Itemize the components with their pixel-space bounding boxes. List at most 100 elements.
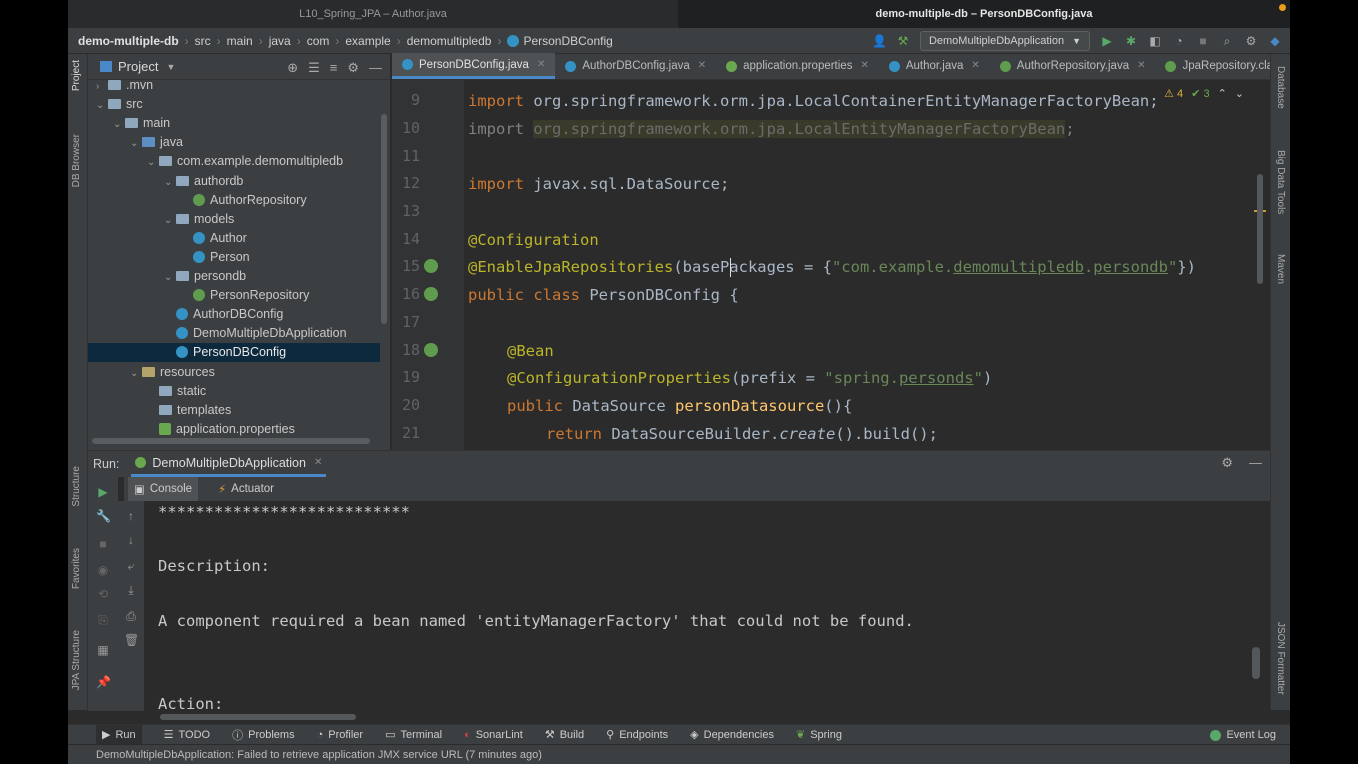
- gear-icon[interactable]: ⚙: [347, 60, 359, 76]
- gear-icon[interactable]: ⚙: [1221, 455, 1233, 471]
- console-horizontal-scrollbar[interactable]: [160, 714, 356, 720]
- chevron-down-icon[interactable]: ⌄: [164, 211, 176, 230]
- tree-item[interactable]: templates: [88, 401, 380, 420]
- tree-item[interactable]: Person: [88, 248, 380, 267]
- breadcrumb-com[interactable]: com: [307, 34, 330, 48]
- status-message[interactable]: DemoMultipleDbApplication: Failed to ret…: [96, 749, 542, 761]
- soft-wrap-icon[interactable]: ⤶: [124, 559, 138, 574]
- chevron-down-icon[interactable]: ⌄: [96, 96, 108, 115]
- chevron-down-icon[interactable]: ⌄: [1235, 87, 1244, 100]
- tree-item[interactable]: AuthorRepository: [88, 191, 380, 210]
- console-output[interactable]: *************************** Description:…: [144, 501, 1250, 711]
- tool-tab-big-data-tools[interactable]: Big Data Tools: [1275, 150, 1286, 214]
- tree-item[interactable]: PersonDBConfig: [88, 343, 380, 363]
- chevron-down-icon[interactable]: ⌄: [147, 153, 159, 172]
- tool-spring[interactable]: ❦ Spring: [796, 728, 842, 742]
- stop-icon[interactable]: ■: [1196, 34, 1210, 48]
- tool-endpoints[interactable]: ⚲ Endpoints: [606, 728, 668, 742]
- debug-icon[interactable]: ✱: [1124, 34, 1138, 48]
- code-line-9[interactable]: import org.springframework.orm.jpa.Local…: [468, 92, 1159, 110]
- close-icon[interactable]: ✕: [971, 53, 979, 79]
- tool-run[interactable]: ▶ Run: [96, 724, 142, 745]
- tool-tab-structure[interactable]: Structure: [71, 466, 82, 507]
- user-icon[interactable]: 👤: [872, 34, 887, 48]
- editor-tab[interactable]: AuthorRepository.java ✕: [990, 53, 1156, 79]
- locate-icon[interactable]: ⊕: [287, 60, 298, 76]
- project-horizontal-scrollbar[interactable]: [92, 438, 370, 444]
- tree-item[interactable]: › .mvn: [88, 76, 380, 95]
- close-icon[interactable]: ✕: [1137, 53, 1145, 79]
- print-icon[interactable]: ⎙: [124, 609, 138, 624]
- code-line-21[interactable]: return DataSourceBuilder.create().build(…: [546, 425, 938, 443]
- tree-item[interactable]: application.properties: [88, 420, 380, 439]
- tree-item[interactable]: AuthorDBConfig: [88, 305, 380, 324]
- search-icon[interactable]: [424, 259, 438, 273]
- breadcrumb-project[interactable]: demo-multiple-db: [78, 34, 179, 48]
- code-line-14[interactable]: @Configuration: [468, 231, 599, 249]
- breadcrumb-java[interactable]: java: [269, 34, 291, 48]
- close-icon[interactable]: ✕: [537, 52, 545, 78]
- chevron-right-icon[interactable]: ›: [96, 77, 108, 96]
- tab-console[interactable]: ▣ Console: [128, 477, 199, 501]
- chevron-down-icon[interactable]: ⌄: [130, 364, 142, 383]
- wrench-icon[interactable]: 🔧: [96, 509, 111, 523]
- trash-icon[interactable]: 🗑: [124, 633, 139, 647]
- tool-tab-maven[interactable]: Maven: [1275, 254, 1286, 284]
- editor-tab[interactable]: application.properties ✕: [716, 53, 879, 79]
- code-line-20[interactable]: public DataSource personDatasource(){: [507, 397, 852, 415]
- run-configuration-select[interactable]: DemoMultipleDbApplication ▼: [919, 31, 1090, 51]
- plugin-icon[interactable]: ◆: [1268, 34, 1282, 48]
- tool-problems[interactable]: ⓘ Problems: [232, 727, 294, 743]
- tree-item[interactable]: ⌄ resources: [88, 363, 380, 382]
- tab-actuator[interactable]: ⚡ Actuator: [212, 477, 280, 501]
- spring-bean-icon[interactable]: [424, 287, 438, 301]
- tool-dependencies[interactable]: ◈ Dependencies: [690, 728, 774, 742]
- rerun-icon[interactable]: ▶: [96, 485, 110, 499]
- tree-item[interactable]: Author: [88, 229, 380, 248]
- breadcrumb-src[interactable]: src: [195, 34, 211, 48]
- tool-tab-project[interactable]: Project: [71, 60, 82, 91]
- expand-all-icon[interactable]: ☰: [308, 60, 320, 76]
- code-line-16[interactable]: public class PersonDBConfig {: [468, 286, 739, 304]
- collapse-all-icon[interactable]: ≡: [330, 60, 338, 76]
- event-log-button[interactable]: Event Log: [1210, 725, 1276, 745]
- chevron-down-icon[interactable]: ⌄: [164, 173, 176, 192]
- code-line-15[interactable]: @EnableJpaRepositories(basePackages = {"…: [468, 258, 1196, 276]
- spring-bean-icon[interactable]: [424, 343, 438, 357]
- tool-sonarlint[interactable]: ◐ SonarLint: [464, 729, 523, 741]
- build-hammer-icon[interactable]: ⚒: [896, 34, 910, 48]
- code-line-18[interactable]: @Bean: [507, 342, 554, 360]
- tree-item[interactable]: PersonRepository: [88, 286, 380, 305]
- tool-todo[interactable]: ☰ TODO: [164, 728, 210, 742]
- close-icon[interactable]: ✕: [314, 451, 322, 475]
- tool-profiler[interactable]: ◔ Profiler: [317, 729, 364, 741]
- console-vertical-scrollbar[interactable]: [1252, 647, 1260, 679]
- chevron-down-icon[interactable]: ⌄: [130, 134, 142, 153]
- close-icon[interactable]: ✕: [698, 53, 706, 79]
- tree-item[interactable]: ⌄ authordb: [88, 172, 380, 191]
- project-panel-title[interactable]: Project: [118, 59, 158, 74]
- editor-tab[interactable]: AuthorDBConfig.java ✕: [555, 53, 716, 79]
- editor-tab[interactable]: Author.java ✕: [879, 53, 990, 79]
- profiler-icon[interactable]: ◔: [1172, 34, 1186, 48]
- tree-item[interactable]: static: [88, 382, 380, 401]
- breadcrumb-package[interactable]: demomultipledb: [407, 34, 492, 48]
- tool-tab-json-formatter[interactable]: JSON Formatter: [1275, 622, 1286, 695]
- chevron-down-icon[interactable]: ⌄: [164, 268, 176, 287]
- exit-icon[interactable]: ⎘: [96, 613, 110, 628]
- minimize-icon[interactable]: —: [369, 60, 382, 76]
- run-icon[interactable]: ▶: [1100, 34, 1114, 48]
- code-line-10[interactable]: import org.springframework.orm.jpa.Local…: [468, 120, 1075, 138]
- tool-tab-favorites[interactable]: Favorites: [71, 548, 82, 589]
- restore-layout-icon[interactable]: ⟲: [96, 587, 110, 601]
- chevron-down-icon[interactable]: ▼: [166, 62, 175, 72]
- tree-item[interactable]: DemoMultipleDbApplication: [88, 324, 380, 343]
- minimize-icon[interactable]: —: [1249, 455, 1262, 471]
- code-line-12[interactable]: import javax.sql.DataSource;: [468, 175, 729, 193]
- inspection-widget[interactable]: ⚠ 4 ✔ 3 ⌃ ⌄: [1164, 87, 1244, 100]
- search-icon[interactable]: ⌕: [1220, 34, 1234, 48]
- editor-vertical-scrollbar[interactable]: [1257, 174, 1263, 284]
- tree-item[interactable]: ⌄ java: [88, 133, 380, 152]
- camera-icon[interactable]: ◉: [96, 563, 110, 577]
- tool-tab-jpa-structure[interactable]: JPA Structure: [71, 630, 82, 690]
